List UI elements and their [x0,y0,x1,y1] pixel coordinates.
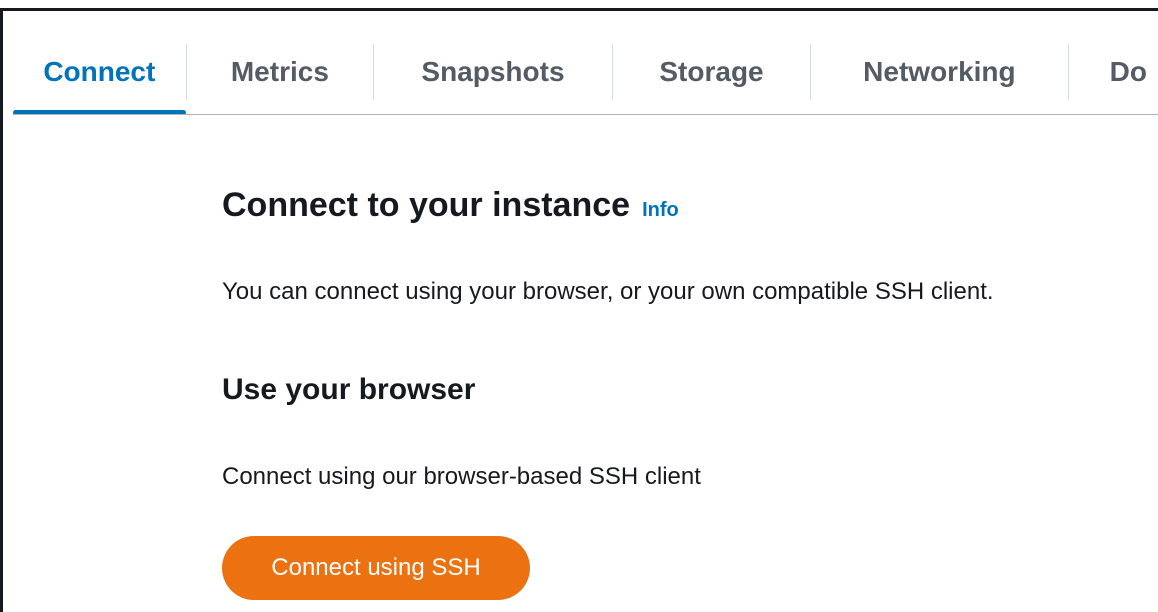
connect-section: Connect to your instance Info You can co… [222,186,1158,600]
tab-label: Snapshots [421,55,565,87]
tab-domains[interactable]: Do [1069,29,1158,114]
info-link[interactable]: Info [642,199,679,222]
connect-description: You can connect using your browser, or y… [222,278,994,305]
browser-section-description: Connect using our browser-based SSH clie… [222,463,701,490]
tab-label: Storage [659,55,764,87]
tab-label: Connect [43,55,156,87]
tab-networking[interactable]: Networking [811,29,1068,114]
browser-section-title: Use your browser [222,373,476,406]
instance-tabs: Connect Metrics Snapshots Storage Networ… [13,29,1158,115]
instance-panel: Connect Metrics Snapshots Storage Networ… [0,8,1158,612]
tab-storage[interactable]: Storage [613,29,810,114]
tab-label: Metrics [230,55,329,87]
tab-label: Networking [863,55,1016,87]
connect-ssh-button[interactable]: Connect using SSH [222,536,530,600]
tab-label: Do [1109,55,1147,87]
tab-snapshots[interactable]: Snapshots [374,29,612,114]
tab-metrics[interactable]: Metrics [187,29,373,114]
tab-connect[interactable]: Connect [13,29,186,114]
connect-heading-row: Connect to your instance Info [222,186,1158,242]
page-title: Connect to your instance [222,186,631,224]
